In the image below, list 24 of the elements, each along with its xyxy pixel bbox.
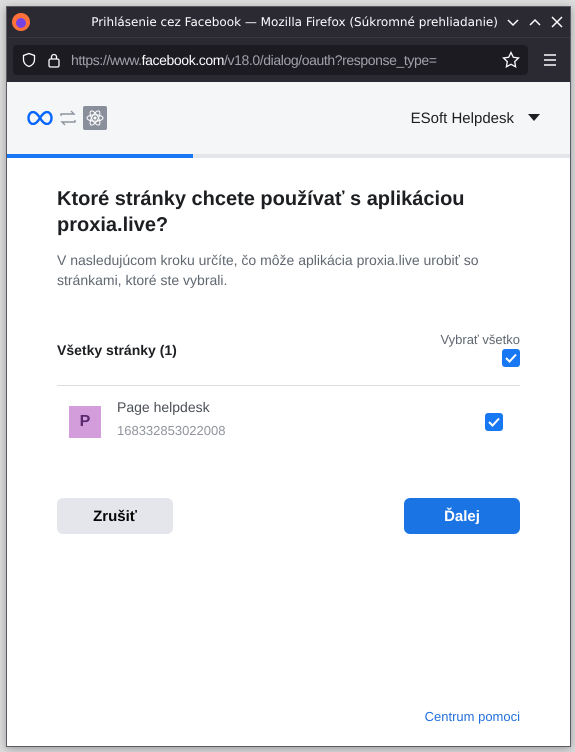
- cancel-button[interactable]: Zrušiť: [57, 498, 173, 534]
- shield-icon[interactable]: [21, 52, 37, 68]
- account-name[interactable]: ESoft Helpdesk: [410, 110, 514, 126]
- next-button[interactable]: Ďalej: [404, 498, 520, 534]
- window-title: Prihlásenie cez Facebook — Mozilla Firefox (Súkromné prehliadanie): [90, 15, 498, 29]
- page-checkbox[interactable]: [485, 413, 503, 431]
- caret-icon[interactable]: [528, 114, 540, 122]
- select-all-label: Vybrať všetko: [440, 332, 520, 347]
- infinity-logo-icon: [27, 111, 53, 125]
- address-field[interactable]: https://www.facebook.com/v18.0/dialog/oauth?response_type=: [13, 45, 528, 75]
- dialog-description: V nasledujúcom kroku určíte, čo môže aplikácia proxia.live urobiť so stránkami, ktoré ste vybrali.: [57, 251, 480, 290]
- star-icon[interactable]: [502, 51, 520, 69]
- select-all-checkbox[interactable]: [502, 349, 520, 367]
- swap-arrows-icon: [59, 110, 77, 126]
- atom-icon: [83, 106, 107, 130]
- help-link[interactable]: Centrum pomoci: [424, 709, 520, 724]
- page-name: Page helpdesk: [117, 398, 211, 414]
- page-id: 168332853022008: [117, 422, 226, 438]
- dialog-title: Ktoré stránky chcete používať s aplikáciou proxia.live?: [57, 187, 466, 238]
- lock-icon[interactable]: [47, 52, 61, 68]
- close-icon[interactable]: [550, 15, 564, 29]
- list-title: Všetky stránky (1): [57, 342, 177, 358]
- page-avatar: P: [69, 406, 101, 438]
- firefox-logo-icon: [11, 12, 31, 32]
